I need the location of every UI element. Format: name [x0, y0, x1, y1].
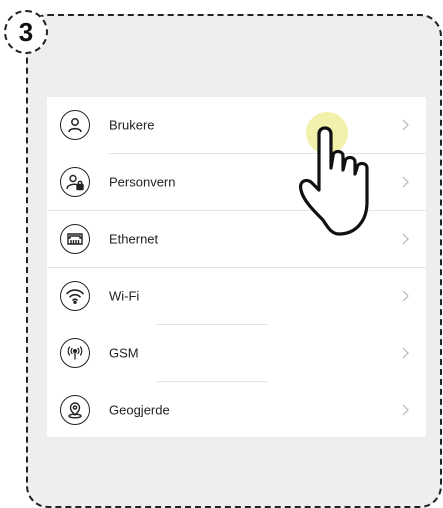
- menu-item-label: Personvern: [109, 174, 176, 190]
- menu-item-gsm[interactable]: GSM: [47, 325, 426, 381]
- menu-item-wifi[interactable]: Wi-Fi: [47, 268, 426, 324]
- chevron-right-icon: [402, 176, 409, 188]
- antenna-icon: [60, 338, 90, 368]
- chevron-right-icon: [402, 233, 409, 245]
- step-number-badge: 3: [4, 10, 48, 54]
- chevron-right-icon: [402, 290, 409, 302]
- menu-item-label: Brukere: [109, 117, 155, 133]
- wifi-icon: [60, 281, 90, 311]
- location-pin-icon: [60, 395, 90, 425]
- menu-item-label: GSM: [109, 345, 139, 361]
- user-lock-icon: [60, 167, 90, 197]
- menu-item-label: Wi-Fi: [109, 288, 140, 304]
- user-icon: [60, 110, 90, 140]
- chevron-right-icon: [402, 347, 409, 359]
- menu-item-geogjerde[interactable]: Geogjerde: [47, 382, 426, 438]
- menu-item-label: Ethernet: [109, 231, 159, 247]
- menu-item-label: Geogjerde: [109, 402, 170, 418]
- chevron-right-icon: [402, 404, 409, 416]
- pointing-hand-icon: [299, 126, 369, 236]
- ethernet-icon: [60, 224, 90, 254]
- chevron-right-icon: [402, 119, 409, 131]
